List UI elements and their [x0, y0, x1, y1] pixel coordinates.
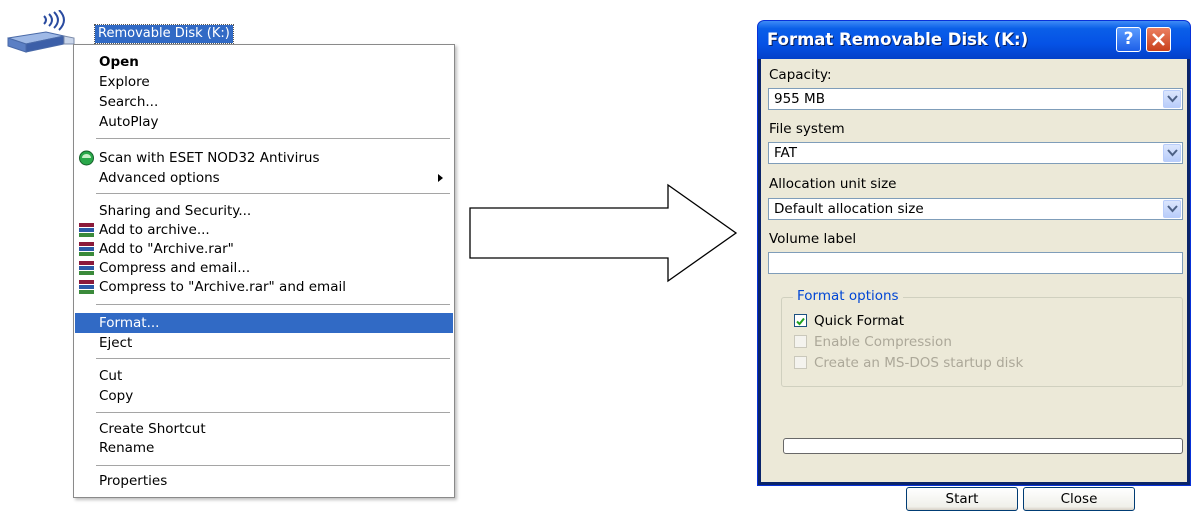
removable-disk-icon[interactable]: [6, 10, 78, 58]
chevron-down-icon: [1167, 149, 1178, 157]
title-bar[interactable]: Format Removable Disk (K:) ?: [758, 21, 1190, 59]
eset-scan-icon: [79, 150, 94, 166]
menu-item-scan-eset[interactable]: Scan with ESET NOD32 Antivirus: [75, 148, 453, 168]
menu-separator: [96, 304, 450, 305]
menu-item-explore[interactable]: Explore: [75, 72, 453, 92]
context-menu: Open Explore Search... AutoPlay Scan wit…: [73, 44, 455, 498]
menu-item-label: Format...: [99, 315, 160, 331]
menu-separator: [96, 358, 450, 359]
checkmark-icon: [796, 317, 805, 326]
menu-item-open[interactable]: Open: [75, 52, 453, 72]
capacity-value: 955 MB: [774, 91, 825, 107]
menu-item-label: AutoPlay: [99, 114, 159, 130]
menu-item-label: Eject: [99, 335, 133, 351]
menu-separator: [96, 412, 450, 413]
right-arrow-icon: [469, 183, 738, 283]
quick-format-label: Quick Format: [814, 313, 905, 329]
filesystem-select[interactable]: FAT: [768, 142, 1183, 164]
menu-item-rename[interactable]: Rename: [75, 438, 453, 458]
close-button[interactable]: [1146, 27, 1171, 52]
submenu-arrow-icon: [438, 174, 443, 182]
menu-item-properties[interactable]: Properties: [75, 471, 453, 491]
menu-item-add-to-archive[interactable]: Add to archive...: [75, 220, 453, 240]
menu-item-label: Open: [99, 54, 139, 70]
winrar-icon: [79, 223, 94, 237]
msdos-startup-label: Create an MS-DOS startup disk: [814, 355, 1024, 371]
menu-separator: [96, 465, 450, 466]
menu-item-label: Rename: [99, 440, 155, 456]
dialog-body: Capacity: 955 MB File system FAT Allocat…: [761, 59, 1187, 511]
help-button[interactable]: ?: [1116, 27, 1141, 52]
menu-item-advanced-options[interactable]: Advanced options: [75, 168, 453, 188]
dialog-title: Format Removable Disk (K:): [767, 30, 1029, 49]
menu-item-format[interactable]: Format...: [75, 313, 453, 333]
menu-item-label: Add to archive...: [99, 222, 210, 238]
menu-item-label: Create Shortcut: [99, 421, 206, 437]
menu-item-search[interactable]: Search...: [75, 92, 453, 112]
menu-item-cut[interactable]: Cut: [75, 366, 453, 386]
menu-item-create-shortcut[interactable]: Create Shortcut: [75, 419, 453, 439]
volume-label-input[interactable]: [768, 252, 1183, 274]
dropdown-button[interactable]: [1163, 90, 1181, 108]
menu-item-label: Scan with ESET NOD32 Antivirus: [99, 150, 320, 166]
menu-item-copy[interactable]: Copy: [75, 386, 453, 406]
menu-item-label: Cut: [99, 368, 123, 384]
capacity-select[interactable]: 955 MB: [768, 88, 1183, 110]
winrar-icon: [79, 242, 94, 256]
msdos-startup-checkbox[interactable]: [794, 356, 807, 369]
allocation-select[interactable]: Default allocation size: [768, 198, 1183, 220]
menu-item-label: Explore: [99, 74, 150, 90]
quick-format-checkbox[interactable]: [794, 314, 807, 327]
format-progress-bar: [783, 438, 1183, 454]
enable-compression-label: Enable Compression: [814, 334, 952, 350]
menu-item-label: Advanced options: [99, 170, 220, 186]
filesystem-value: FAT: [774, 145, 797, 161]
format-options-title: Format options: [793, 288, 903, 304]
winrar-icon: [79, 280, 94, 294]
menu-item-eject[interactable]: Eject: [75, 333, 453, 353]
capacity-label: Capacity:: [769, 67, 832, 83]
menu-item-label: Search...: [99, 94, 159, 110]
menu-separator: [96, 138, 450, 139]
chevron-down-icon: [1167, 95, 1178, 103]
enable-compression-checkbox[interactable]: [794, 335, 807, 348]
allocation-label: Allocation unit size: [769, 176, 897, 192]
dropdown-button[interactable]: [1163, 200, 1181, 218]
allocation-value: Default allocation size: [774, 201, 924, 217]
menu-item-sharing-security[interactable]: Sharing and Security...: [75, 201, 453, 221]
volume-label-label: Volume label: [769, 231, 857, 247]
chevron-down-icon: [1167, 205, 1178, 213]
menu-item-label: Copy: [99, 388, 134, 404]
close-icon: [1152, 33, 1165, 46]
winrar-icon: [79, 261, 94, 275]
menu-item-compress-email[interactable]: Compress and email...: [75, 258, 453, 278]
menu-item-label: Add to "Archive.rar": [99, 241, 234, 257]
menu-item-autoplay[interactable]: AutoPlay: [75, 112, 453, 132]
menu-item-label: Compress to "Archive.rar" and email: [99, 279, 346, 295]
menu-item-add-to-archive-rar[interactable]: Add to "Archive.rar": [75, 239, 453, 259]
format-dialog: Format Removable Disk (K:) ? Capacity: 9…: [757, 20, 1191, 511]
dropdown-button[interactable]: [1163, 144, 1181, 162]
menu-separator: [96, 193, 450, 194]
menu-item-compress-to-rar-email[interactable]: Compress to "Archive.rar" and email: [75, 277, 453, 297]
filesystem-label: File system: [769, 121, 845, 137]
menu-item-label: Properties: [99, 473, 168, 489]
menu-item-label: Sharing and Security...: [99, 203, 252, 219]
drive-label[interactable]: Removable Disk (K:): [94, 24, 234, 44]
menu-item-label: Compress and email...: [99, 260, 251, 276]
